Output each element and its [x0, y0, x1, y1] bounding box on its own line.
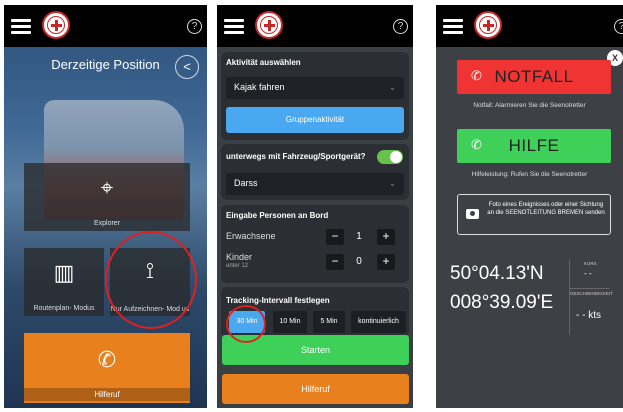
logo-icon: [255, 11, 283, 39]
menu-icon[interactable]: [11, 19, 31, 35]
help-icon[interactable]: ?: [187, 19, 202, 34]
longitude-value: 008°39.09'E: [450, 292, 554, 313]
notfall-button[interactable]: ✆ NOTFALL: [457, 60, 611, 94]
children-label: Kinder: [226, 252, 253, 262]
highlight-circle: [105, 231, 197, 329]
speed-value: - - kts: [576, 310, 601, 321]
phone-screen-setup: ? Aktivität auswählen Kajak fahren ⌄ Gru…: [217, 5, 413, 408]
explorer-label: Explorer: [93, 220, 121, 227]
hilfe-button[interactable]: ✆ HILFE: [457, 129, 611, 163]
hilferuf-button[interactable]: Hilferuf: [222, 374, 409, 404]
hilfe-note: Hilfeleistung: Rufen Sie die Seenotrette…: [471, 171, 588, 178]
vehicle-select[interactable]: Darss ⌄: [226, 173, 404, 195]
divider: [569, 260, 570, 335]
adults-plus-button[interactable]: +: [377, 229, 395, 245]
tracking-option-10min[interactable]: 10 Min: [273, 311, 307, 333]
gruppenaktivitaet-button[interactable]: Gruppenaktivität: [226, 107, 404, 133]
logo-icon: [474, 11, 502, 39]
tracking-option-5min[interactable]: 5 Min: [313, 311, 345, 333]
notfall-note: Notfall: Alarmieren Sie die Seenotretter: [473, 102, 586, 109]
vehicle-card: unterwegs mit Fahrzeug/Sportgerät? Darss…: [221, 144, 409, 200]
aktivitaet-heading: Aktivität auswählen: [226, 58, 301, 67]
adults-label: Erwachsene: [226, 231, 276, 241]
routenplan-tile[interactable]: ▥ Routenplan- Modus: [24, 248, 104, 316]
map-icon: ▥: [53, 260, 75, 285]
menu-icon[interactable]: [224, 19, 244, 35]
help-icon[interactable]: ?: [393, 19, 408, 34]
help-icon[interactable]: ?: [614, 19, 623, 34]
top-bar: ?: [436, 5, 623, 47]
children-value: 0: [356, 256, 362, 267]
logo-icon: [42, 11, 70, 39]
map-pin-icon: ⌖: [100, 175, 114, 200]
chevron-down-icon: ⌄: [389, 83, 396, 92]
hilferuf-button[interactable]: ✆ Hilferuf: [24, 333, 190, 403]
notfall-label: NOTFALL: [494, 67, 574, 86]
share-icon[interactable]: <: [175, 55, 199, 79]
latitude-value: 50°04.13'N: [450, 263, 544, 284]
children-minus-button[interactable]: −: [326, 254, 344, 270]
kurs-label: KURS: [584, 261, 597, 266]
phone-screen-emergency: ? X ✆ NOTFALL Notfall: Alarmieren Sie di…: [436, 5, 623, 408]
top-bar: ?: [217, 5, 413, 47]
children-sublabel: unter 12: [226, 263, 249, 269]
aktivitaet-select[interactable]: Kajak fahren ⌄: [226, 77, 404, 99]
chevron-down-icon: ⌄: [389, 179, 396, 188]
phone-icon: ✆: [97, 347, 117, 372]
persons-card: Eingabe Personen an Bord Erwachsene − 1 …: [221, 205, 409, 283]
aktivitaet-card: Aktivität auswählen Kajak fahren ⌄ Grupp…: [221, 52, 409, 140]
menu-icon[interactable]: [443, 19, 463, 35]
photo-send-button[interactable]: Foto eines Ereignisses oder einer Sichtu…: [457, 194, 611, 235]
camera-icon: [466, 209, 479, 219]
explorer-tile[interactable]: ⌖ Explorer: [24, 163, 190, 231]
hilfe-label: HILFE: [508, 136, 560, 155]
aktivitaet-value: Kajak fahren: [234, 82, 285, 92]
routenplan-label: Routenplan- Modus: [33, 305, 95, 312]
children-plus-button[interactable]: +: [377, 254, 395, 270]
highlight-circle: [226, 305, 266, 343]
vehicle-value: Darss: [234, 178, 258, 188]
adults-value: 1: [356, 231, 362, 242]
persons-heading: Eingabe Personen an Bord: [226, 211, 329, 220]
kurs-value: - -: [584, 269, 592, 278]
vehicle-toggle[interactable]: [377, 150, 403, 164]
hilferuf-label: Hilferuf: [24, 388, 190, 401]
adults-minus-button[interactable]: −: [326, 229, 344, 245]
speed-label: GESCHWINDIGKEIT: [570, 291, 613, 296]
photo-send-label: Foto eines Ereignisses oder einer Sichtu…: [487, 202, 605, 216]
tracking-heading: Tracking-Intervall festlegen: [226, 296, 330, 305]
divider: [569, 288, 609, 289]
top-bar: ?: [4, 5, 207, 47]
phone-screen-home: ? Derzeitige Position < ⌖ Explorer ▥ Rou…: [4, 5, 207, 408]
tracking-option-kontinuierlich[interactable]: kontinuierlich: [351, 311, 406, 333]
